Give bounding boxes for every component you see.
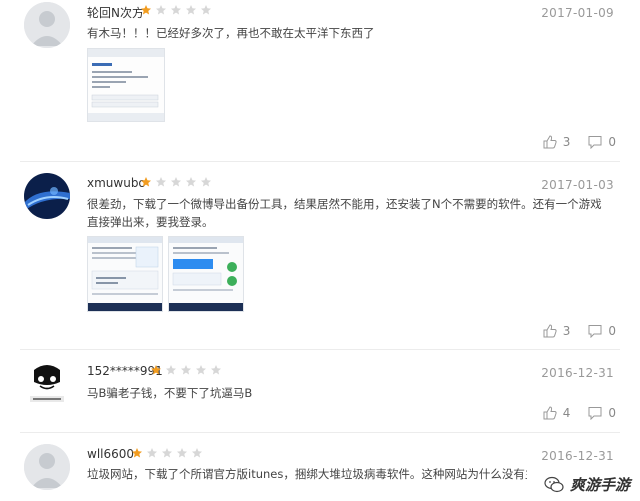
review-date: 2016-12-31 — [541, 449, 614, 463]
review-actions: 3 0 — [543, 135, 616, 149]
thumbs-up-icon — [543, 135, 557, 149]
star-icon — [171, 5, 181, 15]
review-actions: 4 0 — [543, 406, 616, 420]
comment-button[interactable]: 0 — [588, 406, 616, 420]
like-button[interactable]: 3 — [543, 324, 571, 338]
star-icon — [192, 448, 202, 458]
review-date: 2017-01-09 — [541, 6, 614, 20]
thumbs-up-icon — [543, 406, 557, 420]
username[interactable]: xmuwubo — [87, 176, 146, 190]
star-icon — [151, 365, 161, 375]
star-icon — [201, 5, 211, 15]
username[interactable]: wll6600 — [87, 447, 134, 461]
rating-stars — [140, 176, 212, 188]
star-icon — [201, 177, 211, 187]
like-button[interactable]: 4 — [543, 406, 571, 420]
review-screenshot[interactable] — [87, 48, 165, 122]
review-text: 垃圾网站，下载了个所谓官方版itunes，捆绑大堆垃圾病毒软件。这种网站为什么没… — [87, 467, 527, 481]
rating-stars — [150, 364, 222, 376]
avatar[interactable] — [24, 2, 70, 48]
star-icon — [196, 365, 206, 375]
watermark: 爽游手游 — [544, 474, 630, 495]
star-icon — [147, 448, 157, 458]
like-count: 3 — [562, 324, 571, 338]
comment-icon — [588, 407, 602, 420]
star-icon — [162, 448, 172, 458]
wechat-icon — [544, 476, 564, 492]
star-icon — [171, 177, 181, 187]
star-icon — [177, 448, 187, 458]
watermark-text: 爽游手游 — [569, 476, 630, 494]
review-text: 很差劲，下载了一个微博导出备份工具，结果居然不能用，还安装了N个不需要的软件。还… — [87, 197, 602, 229]
review-text: 马B骗老子钱，不要下了坑逼马B — [87, 386, 253, 400]
comment-count: 0 — [608, 324, 616, 338]
avatar[interactable] — [24, 173, 70, 219]
comment-button[interactable]: 0 — [588, 324, 616, 338]
comment-button[interactable]: 0 — [588, 135, 616, 149]
star-icon — [132, 448, 142, 458]
like-count: 3 — [562, 135, 571, 149]
divider — [20, 349, 620, 350]
rating-stars — [140, 4, 212, 16]
divider — [20, 432, 620, 433]
comment-icon — [588, 136, 602, 149]
divider — [20, 161, 620, 162]
star-icon — [156, 5, 166, 15]
review-actions: 3 0 — [543, 324, 616, 338]
star-icon — [186, 177, 196, 187]
star-icon — [166, 365, 176, 375]
review-date: 2016-12-31 — [541, 366, 614, 380]
star-icon — [181, 365, 191, 375]
avatar[interactable] — [24, 444, 70, 490]
star-icon — [211, 365, 221, 375]
rating-stars — [131, 447, 203, 459]
star-icon — [141, 5, 151, 15]
comment-icon — [588, 325, 602, 338]
star-icon — [141, 177, 151, 187]
thumbs-up-icon — [543, 324, 557, 338]
like-count: 4 — [562, 406, 571, 420]
like-button[interactable]: 3 — [543, 135, 571, 149]
avatar[interactable] — [24, 360, 70, 406]
review-screenshot[interactable] — [87, 236, 163, 312]
username[interactable]: 轮回N次方 — [87, 4, 144, 21]
review-date: 2017-01-03 — [541, 178, 614, 192]
comment-count: 0 — [608, 406, 616, 420]
review-text: 有木马！！！已经好多次了，再也不敢在太平洋下东西了 — [87, 26, 375, 40]
star-icon — [156, 177, 166, 187]
star-icon — [186, 5, 196, 15]
review-screenshot[interactable] — [168, 236, 244, 312]
comment-count: 0 — [608, 135, 616, 149]
